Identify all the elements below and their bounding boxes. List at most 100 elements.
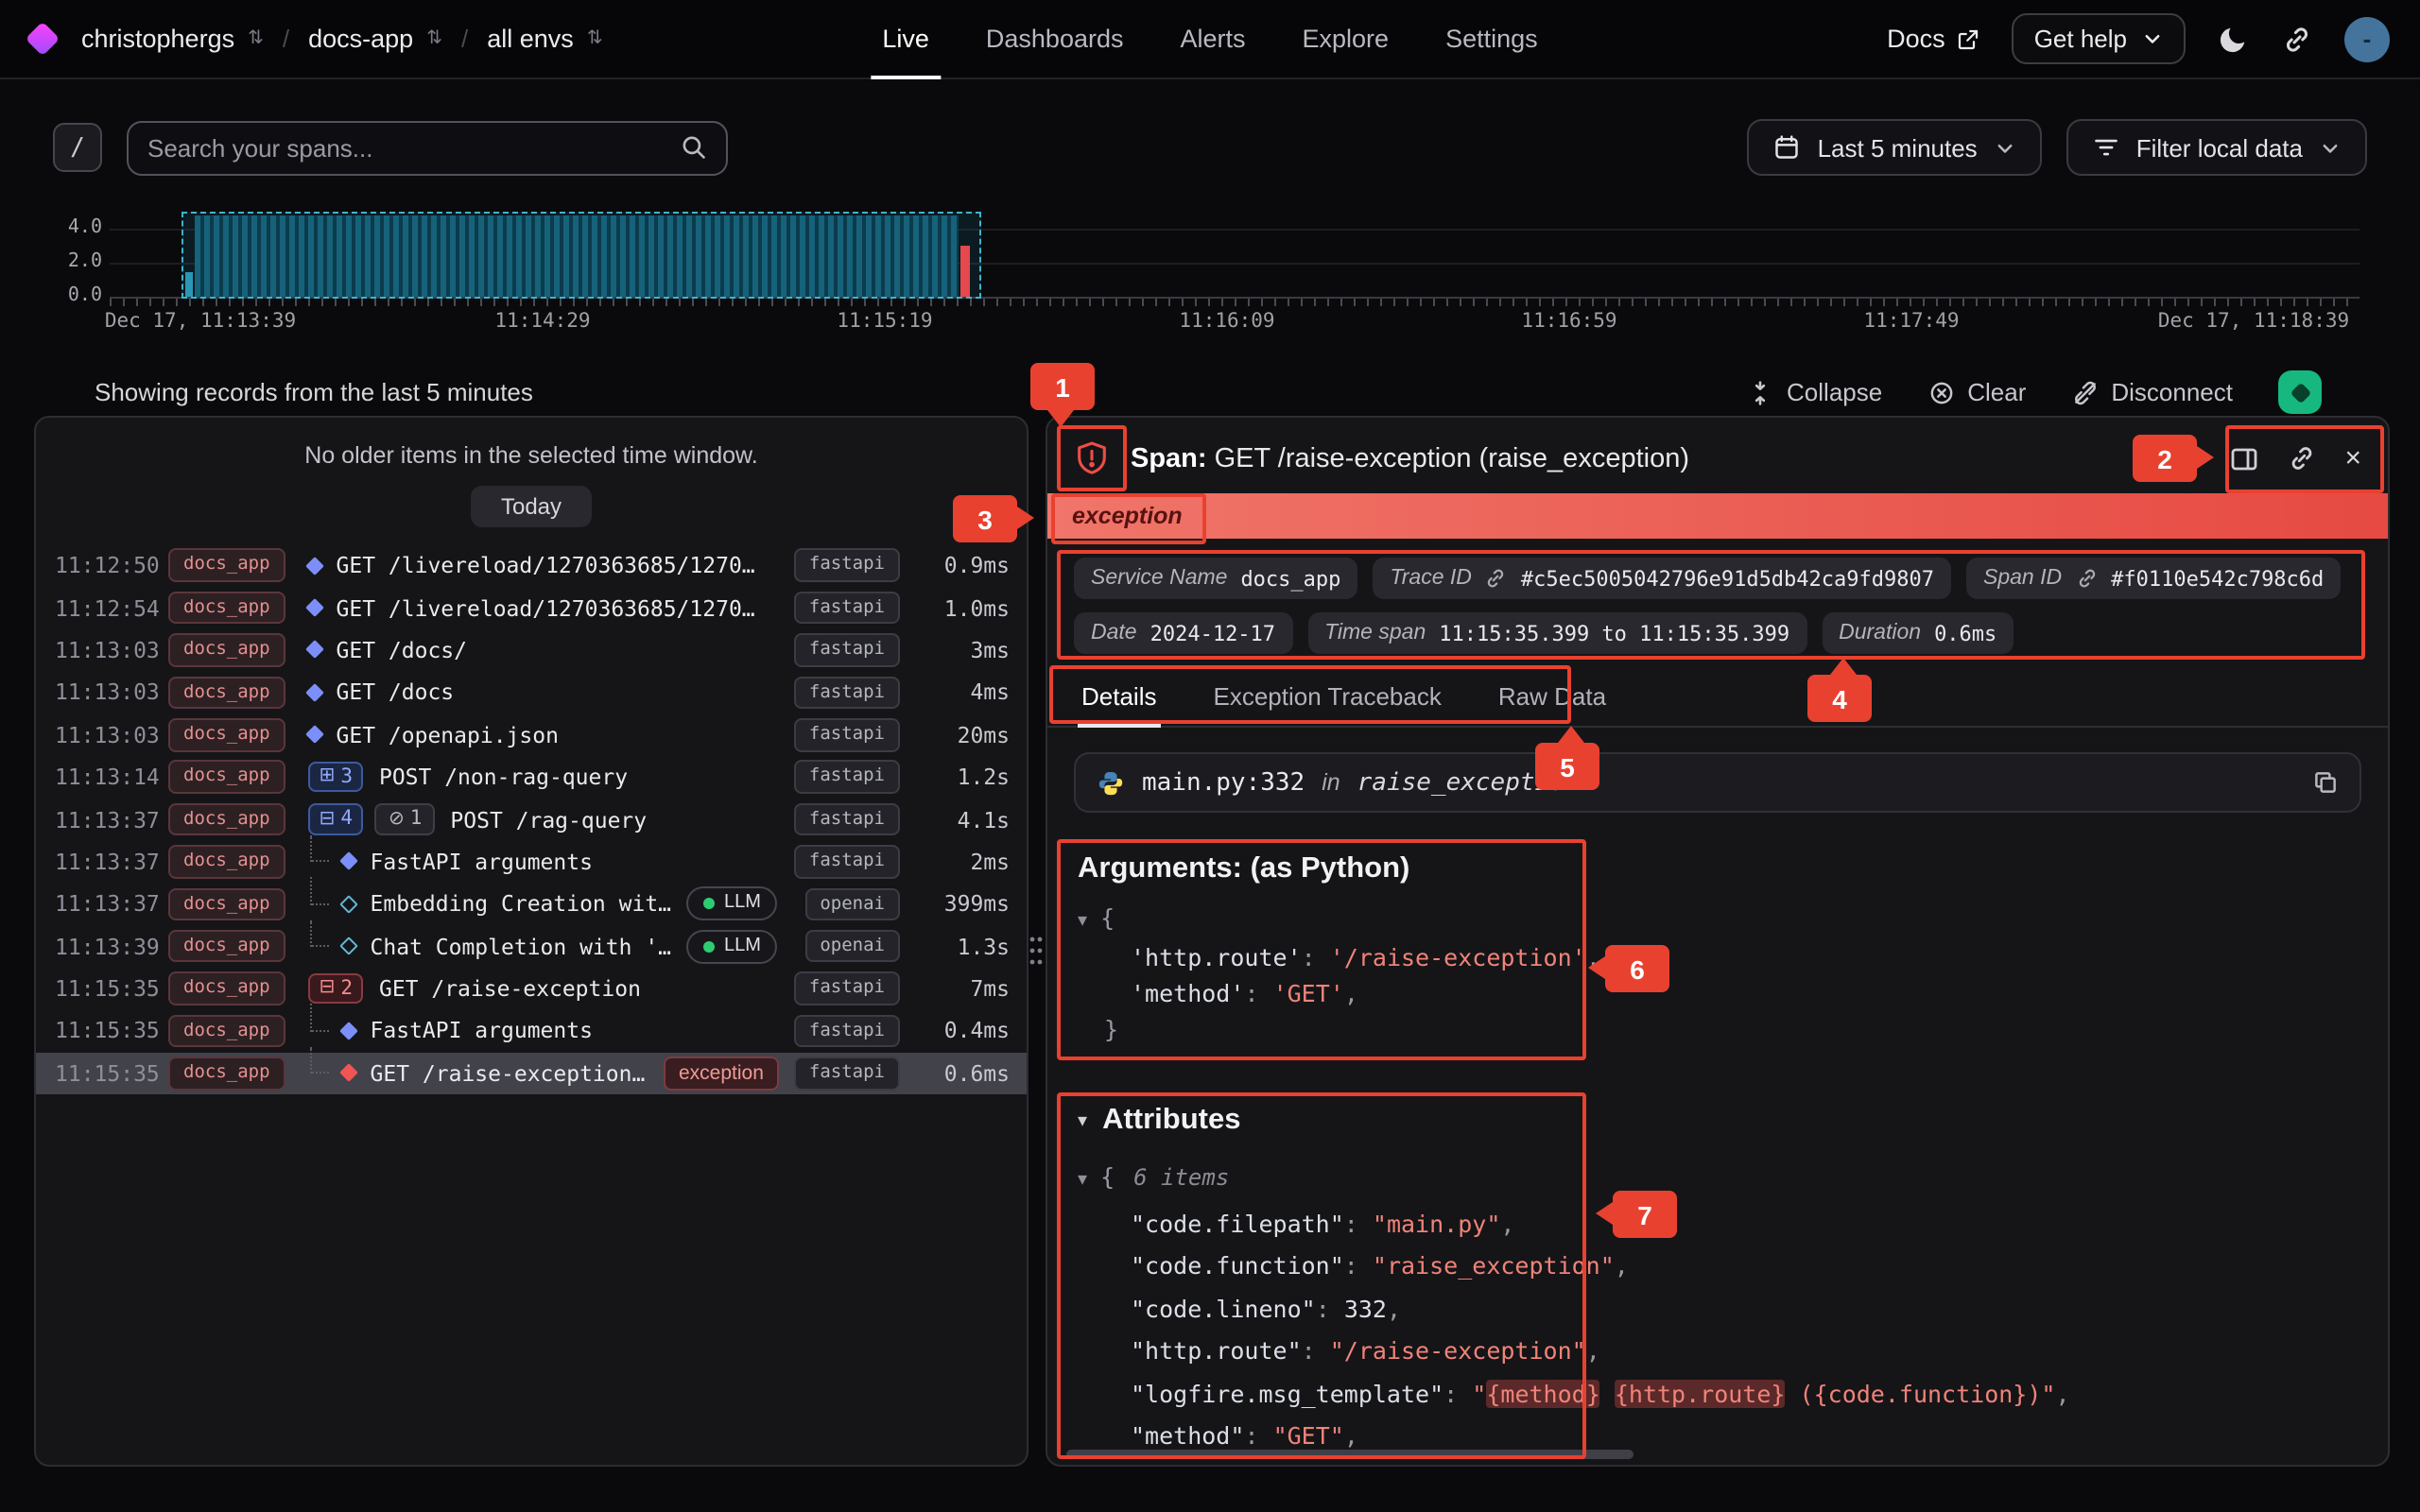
tab-exception-traceback[interactable]: Exception Traceback (1210, 671, 1445, 726)
x-tick-label: 11:17:49 (1863, 310, 1959, 333)
close-panel-icon[interactable]: × (2344, 442, 2361, 474)
arg-value: '/raise-exception' (1330, 943, 1586, 971)
colon: : (1316, 1294, 1344, 1322)
search-input[interactable] (147, 133, 666, 162)
hidden-count-badge[interactable]: ⊘1 (375, 804, 435, 835)
search-box[interactable] (127, 120, 728, 175)
diamond-outline-icon (339, 937, 358, 956)
span-list-panel: No older items in the selected time wind… (34, 416, 1028, 1467)
nav-tab-live[interactable]: Live (882, 0, 929, 78)
nav-tab-alerts[interactable]: Alerts (1180, 0, 1245, 78)
framework-tag: fastapi (794, 676, 900, 709)
today-chip[interactable]: Today (471, 486, 592, 527)
framework-tag: fastapi (794, 718, 900, 751)
diamond-red-icon (339, 1064, 358, 1083)
nav-tab-settings[interactable]: Settings (1445, 0, 1538, 78)
tab-raw-data[interactable]: Raw Data (1495, 671, 1610, 726)
framework-tag: fastapi (794, 803, 900, 836)
span-row[interactable]: 11:13:39docs_appChat Completion with '…L… (36, 925, 1027, 968)
span-duration: 1.3s (915, 933, 1010, 959)
diamond-blue-icon (339, 852, 358, 871)
breadcrumb-separator: / (283, 25, 289, 53)
fold-chevron-icon[interactable]: ▾ (1078, 911, 1087, 932)
disconnect-button[interactable]: Disconnect (2071, 378, 2233, 406)
span-row[interactable]: 11:13:03docs_appGET /openapi.jsonfastapi… (36, 713, 1027, 756)
colon: : (1344, 1251, 1373, 1280)
comma: , (1586, 943, 1600, 971)
time-range-button[interactable]: Last 5 minutes (1748, 119, 2042, 176)
time-selection-window[interactable] (182, 212, 981, 299)
dark-mode-toggle[interactable] (2218, 23, 2250, 55)
service-tag: docs_app (168, 549, 285, 582)
collapse-label: Collapse (1787, 378, 1882, 406)
span-row[interactable]: 11:13:14docs_app⊞3POST /non-rag-queryfas… (36, 756, 1027, 799)
breadcrumb-project[interactable]: docs-app (308, 25, 413, 53)
link-icon[interactable] (1485, 567, 1508, 590)
meta-value[interactable]: #f0110e542c798c6d (2111, 566, 2324, 591)
exception-banner: exception (1047, 493, 2388, 539)
span-row[interactable]: 11:15:35docs_appFastAPI argumentsfastapi… (36, 1010, 1027, 1053)
docs-link[interactable]: Docs (1887, 25, 1979, 53)
panel-resize-handle[interactable] (1027, 930, 1046, 971)
breadcrumb-org[interactable]: christophergs (81, 25, 234, 53)
chart-plot-area[interactable] (110, 204, 2360, 299)
source-file-line[interactable]: main.py:332 (1142, 768, 1305, 797)
span-row[interactable]: 11:13:37docs_appFastAPI argumentsfastapi… (36, 840, 1027, 883)
copy-link-icon[interactable] (2288, 444, 2316, 472)
chevron-down-icon (2142, 28, 2163, 49)
span-row[interactable]: 11:15:35docs_app⊟2GET /raise-exceptionfa… (36, 968, 1027, 1010)
span-row[interactable]: 11:12:54docs_appGET /livereload/12703636… (36, 587, 1027, 629)
live-indicator-button[interactable] (2278, 370, 2322, 414)
side-panel-toggle-icon[interactable] (2229, 443, 2259, 473)
share-link-icon[interactable] (2282, 24, 2312, 54)
span-duration: 0.9ms (915, 552, 1010, 578)
span-row[interactable]: 11:13:03docs_appGET /docs/fastapi3ms (36, 629, 1027, 672)
children-count-badge[interactable]: ⊟4 (308, 804, 364, 835)
collapse-button[interactable]: Collapse (1747, 378, 1882, 406)
python-icon (1097, 768, 1125, 797)
logfire-logo-icon[interactable] (26, 22, 60, 57)
org-switcher-icon[interactable]: ⇅ (248, 29, 264, 48)
attr-value: )" (2027, 1379, 2055, 1407)
span-row[interactable]: 11:13:37docs_app⊟4⊘1POST /rag-queryfasta… (36, 799, 1027, 841)
section-chevron-icon[interactable]: ▾ (1078, 1110, 1087, 1131)
span-row[interactable]: 11:12:50docs_appGET /livereload/12703636… (36, 544, 1027, 587)
span-row[interactable]: 11:13:03docs_appGET /docsfastapi4ms (36, 671, 1027, 713)
span-name: Embedding Creation wit… (371, 891, 672, 918)
span-start-time: 11:12:54 (55, 594, 153, 621)
copy-icon[interactable] (2312, 769, 2339, 796)
span-start-time: 11:15:35 (55, 1060, 153, 1087)
span-title-prefix: Span: (1131, 443, 1207, 473)
meta-value[interactable]: #c5ec5005042796e91d5db42ca9fd9807 (1521, 566, 1934, 591)
nav-tab-explore[interactable]: Explore (1303, 0, 1390, 78)
span-duration: 7ms (915, 975, 1010, 1002)
span-row[interactable]: 11:13:37docs_appEmbedding Creation wit…L… (36, 883, 1027, 925)
env-switcher-icon[interactable]: ⇅ (587, 29, 603, 48)
horizontal-scrollbar[interactable] (1066, 1450, 1634, 1459)
disconnect-label: Disconnect (2111, 378, 2233, 406)
template-param: {method} (1486, 1379, 1599, 1407)
span-row[interactable]: 11:15:35docs_appGET /raise-exception …ex… (36, 1052, 1027, 1094)
clear-button[interactable]: Clear (1927, 378, 2026, 406)
top-nav: christophergs ⇅ / docs-app ⇅ / all envs … (0, 0, 2420, 79)
project-switcher-icon[interactable]: ⇅ (426, 29, 442, 48)
logfire-app: christophergs ⇅ / docs-app ⇅ / all envs … (0, 0, 2420, 1512)
get-help-button[interactable]: Get help (2012, 13, 2186, 64)
filter-label: Filter local data (2136, 133, 2303, 162)
calendar-icon (1774, 134, 1801, 161)
x-tick-label: 11:15:19 (837, 310, 932, 333)
user-avatar[interactable]: - (2344, 16, 2390, 61)
children-count-badge[interactable]: ⊞3 (308, 762, 364, 793)
breadcrumb-env[interactable]: all envs (487, 25, 574, 53)
span-start-time: 11:13:03 (55, 722, 153, 748)
meta-trace-id: Trace ID#c5ec5005042796e91d5db42ca9fd980… (1373, 558, 1951, 599)
comma: , (1344, 979, 1358, 1007)
nav-tab-dashboards[interactable]: Dashboards (986, 0, 1124, 78)
link-icon[interactable] (2075, 567, 2098, 590)
filter-local-data-button[interactable]: Filter local data (2066, 119, 2367, 176)
tab-details[interactable]: Details (1078, 671, 1161, 726)
fold-chevron-icon[interactable]: ▾ (1078, 1170, 1087, 1191)
span-duration: 2ms (915, 849, 1010, 875)
children-count-badge[interactable]: ⊟2 (308, 973, 364, 1005)
arguments-heading-text: Arguments: (as Python) (1078, 852, 1409, 886)
